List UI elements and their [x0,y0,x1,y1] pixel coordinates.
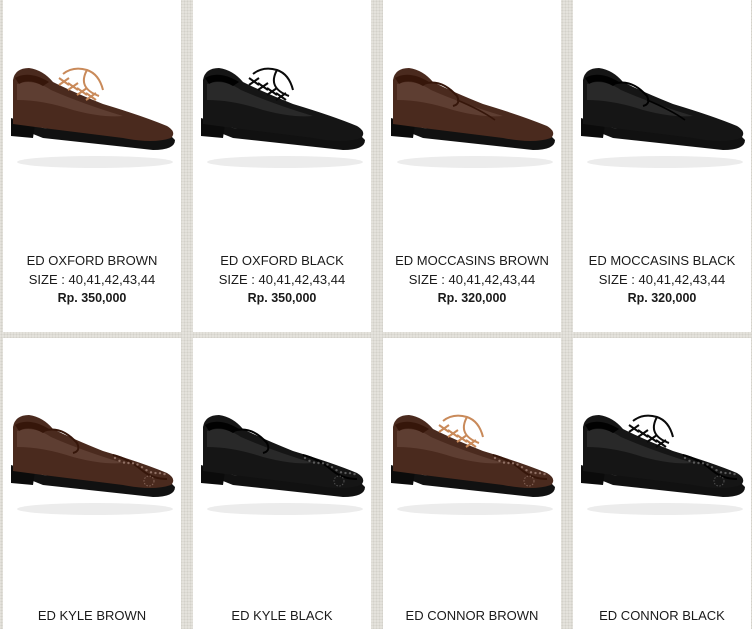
product-size: SIZE : 40,41,42,43,44 [218,272,346,287]
product-card[interactable]: ED MOCCASINS BROWN SIZE : 40,41,42,43,44… [383,0,561,332]
product-size: SIZE : 40,41,42,43,44 [598,272,726,287]
product-image[interactable] [383,338,561,606]
product-name[interactable]: ED CONNOR BLACK [573,608,751,623]
product-card[interactable]: ED CONNOR BROWN [383,338,561,629]
brogue-lace-shoe-icon [581,414,745,515]
brogue-slipon-shoe-icon [11,415,175,515]
product-image[interactable] [193,0,371,250]
product-image[interactable] [3,338,181,606]
product-name[interactable]: ED OXFORD BLACK [193,253,371,268]
moccasin-shoe-icon [391,68,555,168]
product-name[interactable]: ED OXFORD BROWN [3,253,181,268]
product-card[interactable]: ED MOCCASINS BLACK SIZE : 40,41,42,43,44… [573,0,751,332]
product-image[interactable] [193,338,371,606]
product-card[interactable]: ED OXFORD BROWN SIZE : 40,41,42,43,44 Rp… [3,0,181,332]
brogue-lace-shoe-icon [391,414,555,515]
product-size: SIZE : 40,41,42,43,44 [408,272,536,287]
product-price: Rp. 350,000 [247,291,317,305]
product-price: Rp. 350,000 [57,291,127,305]
brogue-slipon-shoe-icon [201,415,365,515]
product-price: Rp. 320,000 [627,291,697,305]
product-name[interactable]: ED MOCCASINS BLACK [573,253,751,268]
product-card[interactable]: ED OXFORD BLACK SIZE : 40,41,42,43,44 Rp… [193,0,371,332]
product-image[interactable] [3,0,181,250]
oxford-shoe-icon [11,67,175,168]
moccasin-shoe-icon [581,68,745,168]
product-image[interactable] [573,338,751,606]
product-image[interactable] [383,0,561,250]
product-size: SIZE : 40,41,42,43,44 [28,272,156,287]
product-name[interactable]: ED MOCCASINS BROWN [383,253,561,268]
product-card[interactable]: ED KYLE BLACK [193,338,371,629]
product-name[interactable]: ED KYLE BROWN [3,608,181,623]
product-price: Rp. 320,000 [437,291,507,305]
product-card[interactable]: ED KYLE BROWN [3,338,181,629]
product-name[interactable]: ED CONNOR BROWN [383,608,561,623]
product-card[interactable]: ED CONNOR BLACK [573,338,751,629]
product-image[interactable] [573,0,751,250]
product-name[interactable]: ED KYLE BLACK [193,608,371,623]
oxford-shoe-icon [201,67,365,168]
